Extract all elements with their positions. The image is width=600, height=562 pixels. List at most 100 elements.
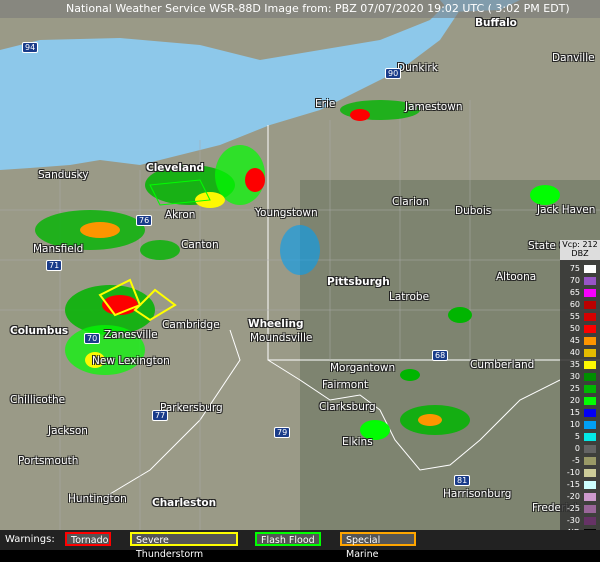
city-label: Buffalo — [475, 17, 517, 29]
city-label: Chillicothe — [10, 394, 66, 406]
highway-shield: 77 — [152, 410, 169, 421]
city-label: Moundsville — [250, 332, 313, 344]
legend-row: 75 — [560, 264, 600, 274]
dbz-legend: Vcp: 212 DBZ 75 70 65 60 55 50 45 40 35 30 25 20 15 1… — [560, 240, 600, 540]
city-label: Dunkirk — [397, 62, 438, 74]
legend-row: 55 — [560, 312, 600, 322]
legend-row: -20 — [560, 492, 600, 502]
legend-swatch — [584, 385, 596, 393]
warnings-bar: Warnings: Tornado Severe Thunderstorm Flas… — [0, 530, 600, 560]
highway-shield: 81 — [454, 475, 471, 486]
legend-value: 5 — [574, 432, 580, 441]
legend-row: 30 — [560, 372, 600, 382]
legend-swatch — [584, 349, 596, 357]
legend-value: 45 — [569, 336, 580, 345]
legend-value: -25 — [566, 504, 580, 513]
city-label: Dubois — [455, 205, 492, 217]
legend-row: 0 — [560, 444, 600, 454]
city-label: Columbus — [10, 325, 69, 337]
legend-value: 75 — [569, 264, 580, 273]
city-label: Cleveland — [146, 162, 205, 174]
legend-row: 45 — [560, 336, 600, 346]
city-label: Akron — [165, 209, 196, 221]
city-label: Parkersburg — [160, 402, 223, 414]
legend-swatch — [584, 517, 596, 525]
legend-value: 65 — [569, 288, 580, 297]
warning-legend-item: Tornado — [65, 532, 111, 546]
city-label: Huntington — [68, 493, 127, 505]
city-label: Charleston — [152, 497, 217, 509]
legend-row: -5 — [560, 456, 600, 466]
highway-shield: 71 — [46, 260, 63, 271]
legend-unit: DBZ — [571, 249, 589, 258]
legend-value: 15 — [569, 408, 580, 417]
legend-swatch — [584, 409, 596, 417]
legend-value: -5 — [572, 456, 580, 465]
city-label: Fairmont — [322, 379, 368, 391]
legend-swatch — [584, 325, 596, 333]
highway-shield: 70 — [84, 333, 101, 344]
legend-row: 15 — [560, 408, 600, 418]
legend-row: -25 — [560, 504, 600, 514]
legend-swatch — [584, 445, 596, 453]
legend-row: -15 — [560, 480, 600, 490]
highway-shield: 68 — [432, 350, 449, 361]
city-label: Clarion — [392, 196, 429, 208]
legend-value: 10 — [569, 420, 580, 429]
city-label: Youngstown — [255, 207, 318, 219]
city-label: Harrisonburg — [443, 488, 512, 500]
warning-legend-item: Special Marine — [340, 532, 416, 560]
legend-row: 65 — [560, 288, 600, 298]
legend-swatch — [584, 301, 596, 309]
highway-shield: 79 — [274, 427, 291, 438]
city-label: Mansfield — [33, 243, 84, 255]
city-label: Cumberland — [470, 359, 535, 371]
legend-row: 10 — [560, 420, 600, 430]
highway-shield: 76 — [136, 215, 153, 226]
city-label: Jackson — [48, 425, 88, 437]
legend-value: 25 — [569, 384, 580, 393]
city-label: Altoona — [496, 271, 537, 283]
legend-value: -10 — [566, 468, 580, 477]
legend-value: 70 — [569, 276, 580, 285]
highway-shield: 90 — [385, 68, 402, 79]
city-label: Elkins — [342, 436, 373, 448]
legend-swatch — [584, 313, 596, 321]
legend-swatch — [584, 373, 596, 381]
warning-legend-item: Flash Flood — [255, 532, 321, 546]
legend-swatch — [584, 397, 596, 405]
city-label: Clarksburg — [319, 401, 376, 413]
mountain-terrain — [300, 180, 600, 530]
legend-value: 20 — [569, 396, 580, 405]
city-label: New Lexington — [92, 355, 170, 367]
legend-swatch — [584, 505, 596, 513]
legend-row: 50 — [560, 324, 600, 334]
legend-row: -30 — [560, 516, 600, 526]
page-title: National Weather Service WSR-88D Image f… — [0, 0, 600, 18]
legend-row: 60 — [560, 300, 600, 310]
legend-value: -30 — [566, 516, 580, 525]
city-label: Wheeling — [248, 318, 304, 330]
city-label: Pittsburgh — [327, 276, 390, 288]
city-label: Cambridge — [162, 319, 220, 331]
legend-swatch — [584, 469, 596, 477]
city-label: Danville — [552, 52, 595, 64]
legend-vcp: Vcp: 212 — [562, 240, 598, 249]
legend-value: 0 — [574, 444, 580, 453]
legend-row: 25 — [560, 384, 600, 394]
city-label: Erie — [315, 98, 336, 110]
warning-legend-item: Severe Thunderstorm — [130, 532, 238, 560]
legend-value: 50 — [569, 324, 580, 333]
legend-swatch — [584, 433, 596, 441]
legend-value: 35 — [569, 360, 580, 369]
city-label: Portsmouth — [18, 455, 79, 467]
legend-value: 40 — [569, 348, 580, 357]
city-label: Morgantown — [330, 362, 396, 374]
city-label: Jack Haven — [537, 204, 596, 216]
legend-row: -10 — [560, 468, 600, 478]
legend-swatch — [584, 493, 596, 501]
legend-value: 55 — [569, 312, 580, 321]
legend-row: 35 — [560, 360, 600, 370]
legend-value: -15 — [566, 480, 580, 489]
legend-row: 40 — [560, 348, 600, 358]
